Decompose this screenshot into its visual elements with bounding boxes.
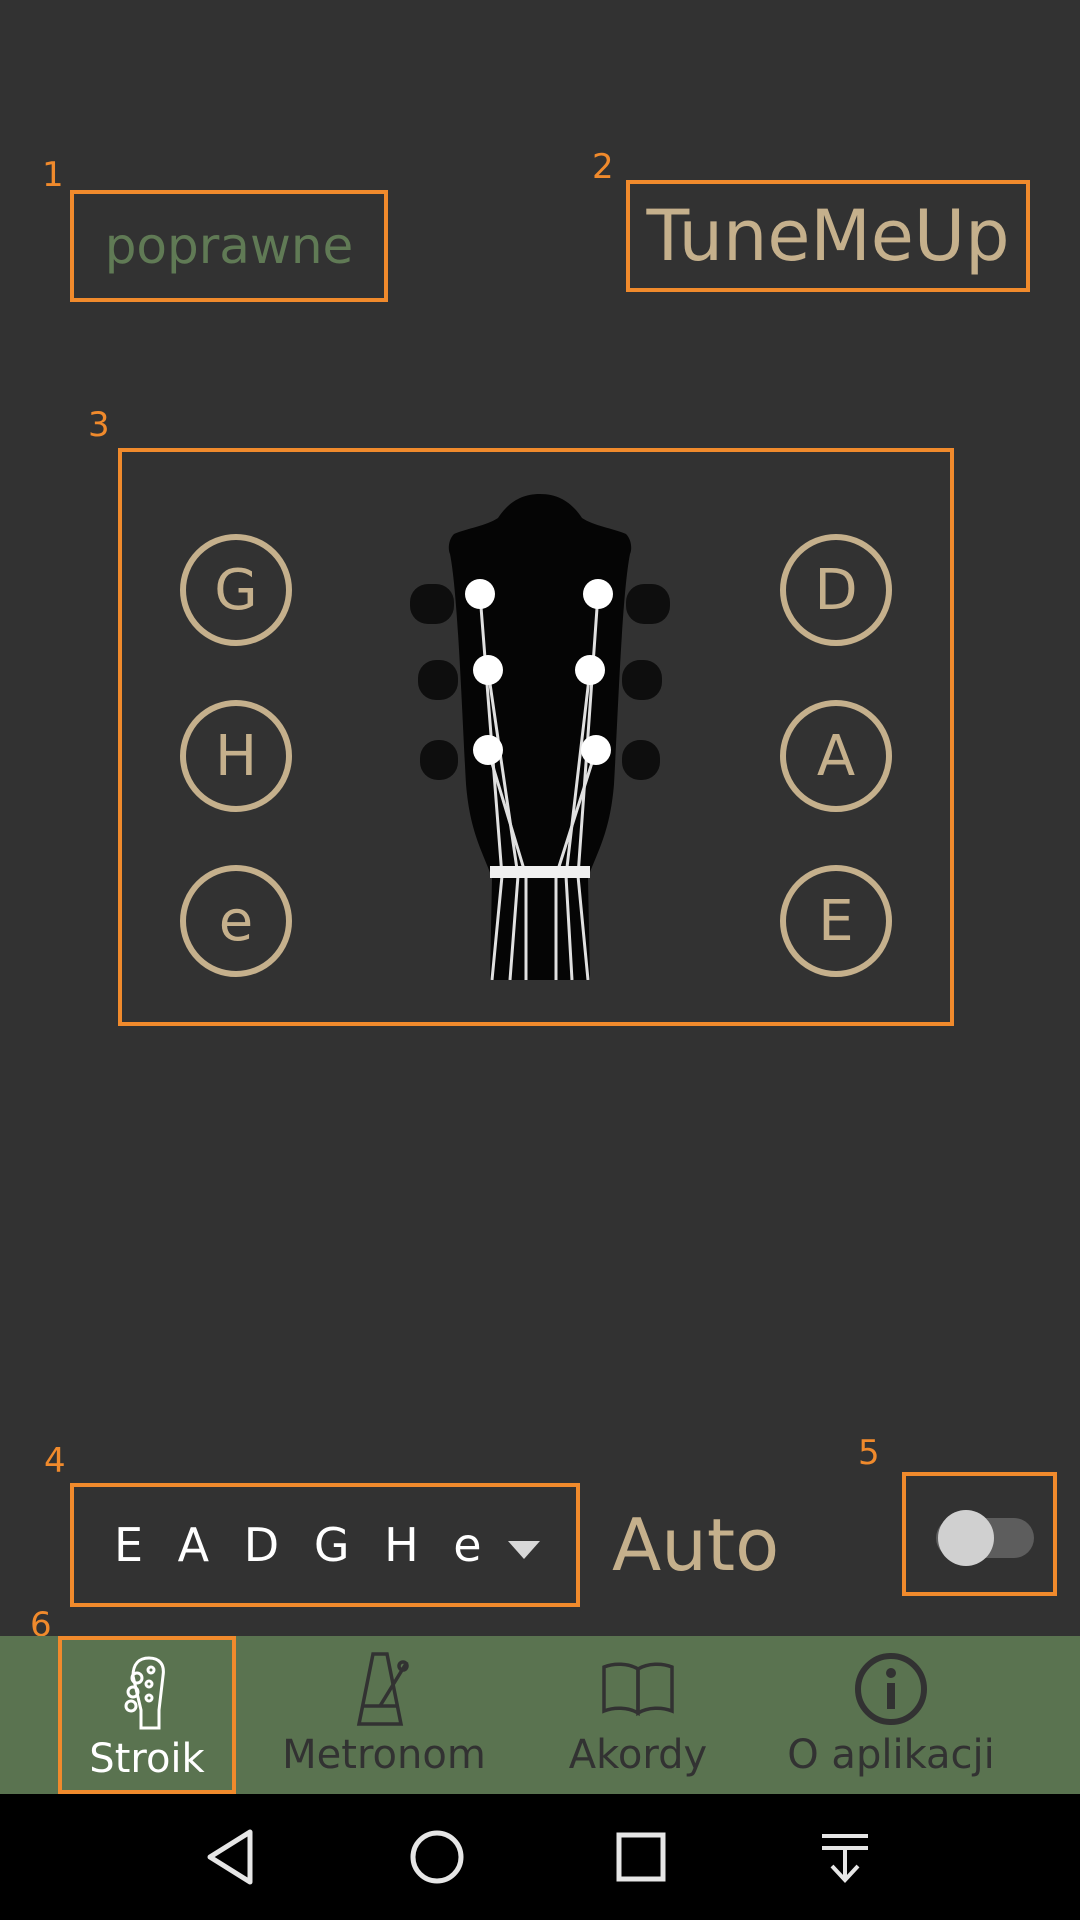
tuning-status-label: poprawne — [70, 190, 388, 302]
back-icon[interactable] — [200, 1824, 266, 1890]
string-button-d[interactable]: D — [780, 534, 892, 646]
nav-item-akordy[interactable]: Akordy — [548, 1636, 728, 1794]
tuning-select[interactable]: E A D G H e — [70, 1483, 580, 1607]
system-navigation-bar — [0, 1794, 1080, 1920]
nav-item-metronom[interactable]: Metronom — [278, 1636, 490, 1794]
nav-item-o-aplikacji[interactable]: O aplikacji — [776, 1636, 1006, 1794]
auto-label: Auto — [612, 1503, 780, 1587]
info-icon — [853, 1648, 929, 1730]
home-icon[interactable] — [404, 1824, 470, 1890]
bottom-navigation: Stroik Metronom Akordy O aplikacji — [0, 1636, 1080, 1794]
app-title: TuneMeUp — [626, 180, 1030, 292]
nav-label-akordy: Akordy — [568, 1732, 708, 1778]
guitar-headstock-icon — [410, 494, 670, 980]
nav-label-stroik: Stroik — [89, 1736, 205, 1782]
toggle-thumb — [938, 1510, 994, 1566]
auto-toggle[interactable] — [902, 1472, 1057, 1596]
string-button-h[interactable]: H — [180, 700, 292, 812]
headstock-icon — [119, 1652, 175, 1734]
nav-item-stroik[interactable]: Stroik — [58, 1636, 236, 1794]
tuning-select-value: E A D G H e — [114, 1518, 492, 1572]
nav-label-o-aplikacji: O aplikacji — [787, 1732, 995, 1778]
tuner-panel: G H e D A E — [118, 448, 954, 1026]
annotation-number-5: 5 — [858, 1433, 880, 1473]
string-button-e-low[interactable]: E — [780, 865, 892, 977]
recents-icon[interactable] — [608, 1824, 674, 1890]
book-icon — [600, 1648, 676, 1730]
annotation-number-1: 1 — [42, 155, 64, 195]
metronome-icon — [351, 1648, 417, 1730]
annotation-number-2: 2 — [592, 147, 614, 187]
annotation-number-4: 4 — [44, 1441, 66, 1481]
notifications-pull-icon[interactable] — [812, 1824, 878, 1890]
string-button-a[interactable]: A — [780, 700, 892, 812]
string-button-e-high[interactable]: e — [180, 865, 292, 977]
annotation-number-3: 3 — [88, 405, 110, 445]
dropdown-arrow-icon — [508, 1541, 540, 1559]
nav-label-metronom: Metronom — [282, 1732, 486, 1778]
string-button-g[interactable]: G — [180, 534, 292, 646]
